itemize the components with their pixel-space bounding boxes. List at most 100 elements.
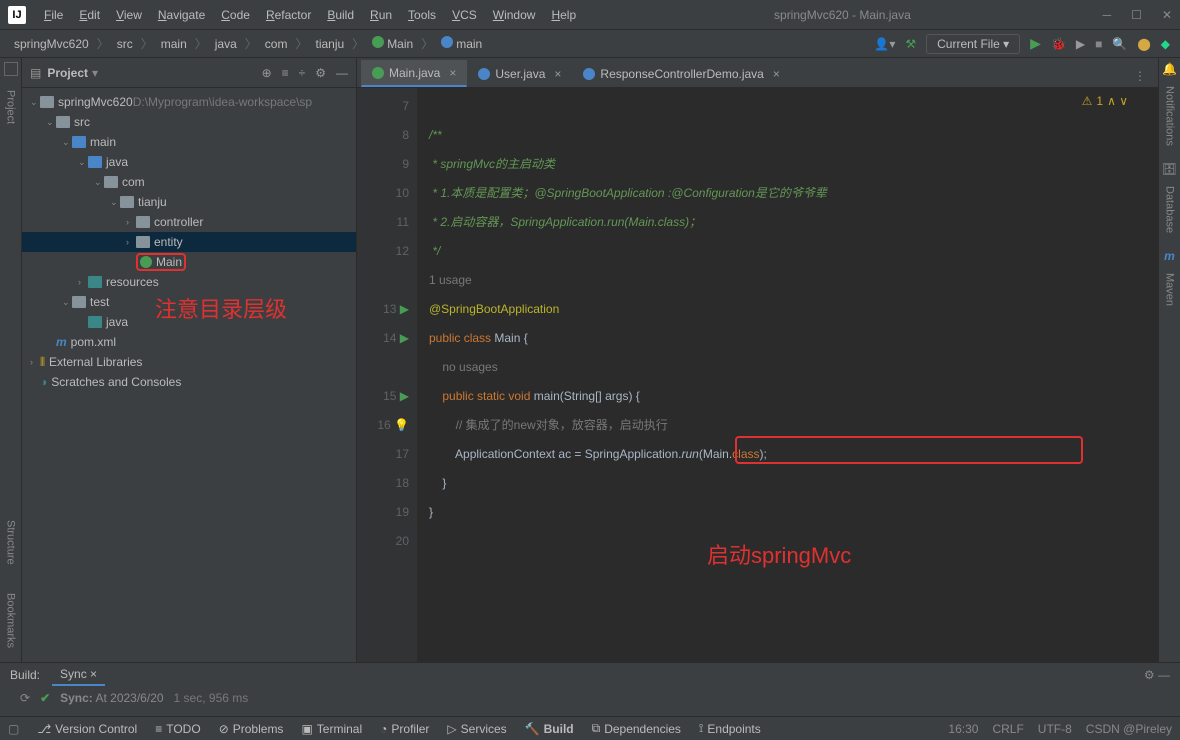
stop-button[interactable]: ■ bbox=[1095, 37, 1102, 51]
locate-icon[interactable]: ⊕ bbox=[262, 66, 272, 80]
tree-node-pom-xml[interactable]: mpom.xml bbox=[22, 332, 356, 352]
problems-button[interactable]: ⊘ Problems bbox=[219, 722, 284, 736]
tab-close-icon[interactable]: × bbox=[773, 67, 780, 81]
code-line[interactable]: } bbox=[429, 469, 1158, 498]
code-line[interactable]: 1 usage bbox=[429, 266, 1158, 295]
code-editor[interactable]: 78910111213 ▶14 ▶15 ▶16 💡17181920 ⚠ 1 ∧ … bbox=[357, 88, 1158, 662]
menu-refactor[interactable]: Refactor bbox=[260, 5, 317, 25]
collapse-icon[interactable]: ÷ bbox=[299, 66, 306, 80]
tab-close-icon[interactable]: × bbox=[449, 66, 456, 80]
toolbox-icon[interactable]: ◆ bbox=[1161, 37, 1170, 51]
code-line[interactable]: public class Main { bbox=[429, 324, 1158, 353]
debug-button[interactable]: 🐞 bbox=[1051, 37, 1066, 51]
code-line[interactable]: public static void main(String[] args) { bbox=[429, 382, 1158, 411]
database-tool-button[interactable]: Database bbox=[1162, 180, 1178, 239]
menu-help[interactable]: Help bbox=[545, 5, 582, 25]
crumb-main[interactable]: main bbox=[437, 34, 486, 53]
hide-panel-icon[interactable]: — bbox=[336, 66, 348, 80]
sb-encoding[interactable]: UTF-8 bbox=[1038, 722, 1072, 736]
project-tree[interactable]: ⌄springMvc620 D:\Myprogram\idea-workspac… bbox=[22, 88, 356, 396]
tab-close-icon[interactable]: × bbox=[554, 67, 561, 81]
tree-node-tianju[interactable]: ⌄tianju bbox=[22, 192, 356, 212]
crumb-tianju[interactable]: tianju bbox=[311, 35, 348, 53]
menu-run[interactable]: Run bbox=[364, 5, 398, 25]
code-line[interactable]: // 集成了的new对象，放容器，启动执行 bbox=[429, 411, 1158, 440]
minimize-button[interactable]: ─ bbox=[1103, 8, 1112, 22]
menu-code[interactable]: Code bbox=[215, 5, 256, 25]
project-tool-button[interactable]: Project bbox=[3, 84, 19, 130]
tree-node-com[interactable]: ⌄com bbox=[22, 172, 356, 192]
sb-window-icon[interactable]: ▢ bbox=[8, 722, 19, 736]
notifications-tool-button[interactable]: Notifications bbox=[1162, 80, 1178, 152]
coverage-button[interactable]: ▶ bbox=[1076, 37, 1085, 51]
code-line[interactable] bbox=[429, 92, 1158, 121]
bell-icon[interactable]: 🔔 bbox=[1162, 62, 1177, 76]
crumb-main[interactable]: Main bbox=[368, 34, 417, 53]
maven-icon[interactable]: m bbox=[1164, 249, 1175, 263]
terminal-button[interactable]: ▣ Terminal bbox=[301, 722, 362, 736]
maximize-button[interactable]: ☐ bbox=[1131, 8, 1142, 22]
maven-tool-button[interactable]: Maven bbox=[1162, 267, 1178, 312]
tree-node-java[interactable]: ⌄java bbox=[22, 152, 356, 172]
crumb-springmvc620[interactable]: springMvc620 bbox=[10, 35, 93, 53]
menu-vcs[interactable]: VCS bbox=[446, 5, 483, 25]
services-button[interactable]: ▷ Services bbox=[447, 722, 506, 736]
crumb-java[interactable]: java bbox=[211, 35, 241, 53]
menu-view[interactable]: View bbox=[110, 5, 148, 25]
code-line[interactable]: * springMvc的主启动类 bbox=[429, 150, 1158, 179]
tree-node-main[interactable]: ⌄main bbox=[22, 132, 356, 152]
tree-node-resources[interactable]: ›resources bbox=[22, 272, 356, 292]
expand-icon[interactable]: ≡ bbox=[282, 66, 289, 80]
settings-icon[interactable]: ⬤ bbox=[1137, 37, 1150, 51]
profiler-button[interactable]: ◔ Profiler bbox=[380, 722, 429, 736]
search-button[interactable]: 🔍 bbox=[1112, 37, 1127, 51]
tree-node-test[interactable]: ⌄test bbox=[22, 292, 356, 312]
sync-tab[interactable]: Sync × bbox=[52, 664, 105, 686]
bookmarks-tool-button[interactable]: Bookmarks bbox=[3, 587, 19, 654]
close-button[interactable]: ✕ bbox=[1162, 8, 1172, 22]
tree-node-external-libraries[interactable]: ›⫴External Libraries bbox=[22, 352, 356, 372]
tab-responsecontrollerdemo-java[interactable]: ResponseControllerDemo.java× bbox=[572, 61, 790, 87]
tree-node-springmvc620[interactable]: ⌄springMvc620 D:\Myprogram\idea-workspac… bbox=[22, 92, 356, 112]
todo-button[interactable]: ≡ TODO bbox=[155, 722, 200, 736]
code-line[interactable]: ApplicationContext ac = SpringApplicatio… bbox=[429, 440, 1158, 469]
dependencies-button[interactable]: ⧉ Dependencies bbox=[592, 721, 681, 736]
version-control-button[interactable]: ⎇ Version Control bbox=[37, 722, 137, 736]
build-settings-icon[interactable]: ⚙ — bbox=[1144, 668, 1170, 682]
code-line[interactable]: no usages bbox=[429, 353, 1158, 382]
project-tool-icon[interactable] bbox=[4, 62, 18, 76]
tree-node-src[interactable]: ⌄src bbox=[22, 112, 356, 132]
tree-node-controller[interactable]: ›controller bbox=[22, 212, 356, 232]
breadcrumb[interactable]: springMvc620〉src〉main〉java〉com〉tianju〉Ma… bbox=[10, 34, 486, 53]
run-config-selector[interactable]: Current File ▾ bbox=[926, 34, 1020, 54]
hammer-icon[interactable]: ⚒ bbox=[905, 37, 916, 51]
tree-node-entity[interactable]: ›entity bbox=[22, 232, 356, 252]
user-icon[interactable]: 👤▾ bbox=[874, 37, 895, 51]
warnings-indicator[interactable]: ⚠ 1 ∧ ∨ bbox=[1082, 94, 1128, 108]
crumb-main[interactable]: main bbox=[157, 35, 191, 53]
crumb-com[interactable]: com bbox=[261, 35, 292, 53]
sb-eol[interactable]: CRLF bbox=[992, 722, 1023, 736]
menu-navigate[interactable]: Navigate bbox=[152, 5, 211, 25]
build-button[interactable]: 🔨 Build bbox=[525, 722, 574, 736]
code-line[interactable]: @SpringBootApplication bbox=[429, 295, 1158, 324]
tree-node-java[interactable]: java bbox=[22, 312, 356, 332]
tab-main-java[interactable]: Main.java× bbox=[361, 60, 467, 87]
code-line[interactable]: * 1.本质是配置类；@SpringBootApplication :@Conf… bbox=[429, 179, 1158, 208]
code-line[interactable]: */ bbox=[429, 237, 1158, 266]
menu-build[interactable]: Build bbox=[321, 5, 360, 25]
code-line[interactable] bbox=[429, 527, 1158, 556]
tabs-more-icon[interactable]: ⋮ bbox=[1126, 65, 1154, 87]
code-line[interactable]: /** bbox=[429, 121, 1158, 150]
settings-gear-icon[interactable]: ⚙ bbox=[315, 66, 326, 80]
menu-file[interactable]: File bbox=[38, 5, 69, 25]
tree-node-scratches-and-consoles[interactable]: ◑Scratches and Consoles bbox=[22, 372, 356, 392]
run-button[interactable]: ▶ bbox=[1030, 35, 1041, 52]
menu-window[interactable]: Window bbox=[487, 5, 542, 25]
crumb-src[interactable]: src bbox=[113, 35, 137, 53]
code-line[interactable]: * 2.启动容器，SpringApplication.run(Main.clas… bbox=[429, 208, 1158, 237]
tree-node-main[interactable]: Main bbox=[22, 252, 356, 272]
menu-edit[interactable]: Edit bbox=[73, 5, 106, 25]
code-line[interactable]: } bbox=[429, 498, 1158, 527]
menu-tools[interactable]: Tools bbox=[402, 5, 442, 25]
